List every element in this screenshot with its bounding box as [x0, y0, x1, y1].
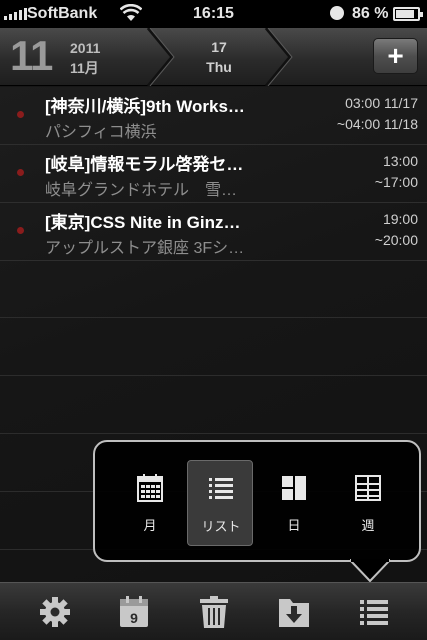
month-view-label: 月	[143, 518, 157, 533]
event-row[interactable]: [東京]CSS Nite in Ginz… アップルストア銀座 3Fシ… 19:…	[0, 203, 427, 261]
trash-icon[interactable]	[197, 595, 231, 629]
event-dot	[17, 227, 24, 234]
calendar-icon-number: 9	[130, 610, 138, 626]
event-location: パシフィコ横浜	[45, 124, 157, 141]
day-view-label: 日	[287, 518, 301, 533]
event-title: [岐阜]情報モラル啓発セ…	[45, 155, 244, 174]
calendar-month-icon	[137, 474, 163, 502]
year-month[interactable]: 2011 11月	[70, 38, 100, 78]
day-view-option[interactable]: 日	[261, 460, 327, 546]
event-location: 岐阜グランドホテル 雪…	[45, 182, 238, 199]
date-weekday-label: Thu	[206, 59, 232, 75]
event-row[interactable]: [岐阜]情報モラル啓発セ… 岐阜グランドホテル 雪… 13:00 ~17:00	[0, 145, 427, 203]
year-label: 2011	[70, 40, 101, 56]
gear-icon[interactable]	[38, 595, 72, 629]
event-title: [神奈川/横浜]9th Works…	[45, 97, 245, 116]
event-end-time: ~04:00 11/18	[336, 116, 418, 132]
date-header: 11 2011 11月 17 Thu +	[0, 28, 427, 86]
event-start-time: 03:00 11/17	[345, 95, 418, 111]
event-dot	[17, 169, 24, 176]
download-icon[interactable]	[277, 595, 311, 629]
day-view-icon	[282, 476, 306, 500]
week-view-label: 週	[361, 518, 375, 533]
event-start-time: 19:00	[382, 211, 418, 227]
event-end-time: ~17:00	[374, 174, 418, 190]
event-row[interactable]: [神奈川/横浜]9th Works… パシフィコ横浜 03:00 11/17 ~…	[0, 87, 427, 145]
status-bar: SoftBank 16:15 86 %	[0, 0, 427, 28]
week-view-option[interactable]: 週	[335, 460, 401, 546]
event-location: アップルストア銀座 3Fシ…	[45, 240, 245, 257]
list-view-label: リスト	[201, 519, 241, 534]
popover-arrow	[350, 559, 390, 583]
selected-date[interactable]: 17 Thu	[180, 37, 258, 77]
list-view-option[interactable]: リスト	[187, 460, 253, 546]
event-dot	[17, 111, 24, 118]
event-start-time: 13:00	[382, 153, 418, 169]
date-day-label: 17	[211, 39, 227, 55]
add-event-button[interactable]: +	[373, 38, 418, 74]
bottom-toolbar: 9	[0, 582, 427, 640]
list-icon[interactable]	[357, 595, 391, 629]
month-label: 11月	[70, 60, 99, 76]
rotation-lock-icon	[330, 6, 344, 20]
event-title: [東京]CSS Nite in Ginz…	[45, 213, 241, 232]
list-icon	[209, 478, 233, 499]
battery-percent: 86 %	[352, 5, 389, 22]
battery-icon	[393, 7, 423, 21]
calendar-icon[interactable]: 9	[117, 595, 151, 629]
view-menu-popover: 月 リスト 日 週	[93, 440, 421, 562]
month-view-option[interactable]: 月	[117, 460, 183, 546]
event-end-time: ~20:00	[374, 232, 418, 248]
month-day-number[interactable]: 11	[10, 32, 53, 80]
week-view-icon	[355, 475, 381, 501]
